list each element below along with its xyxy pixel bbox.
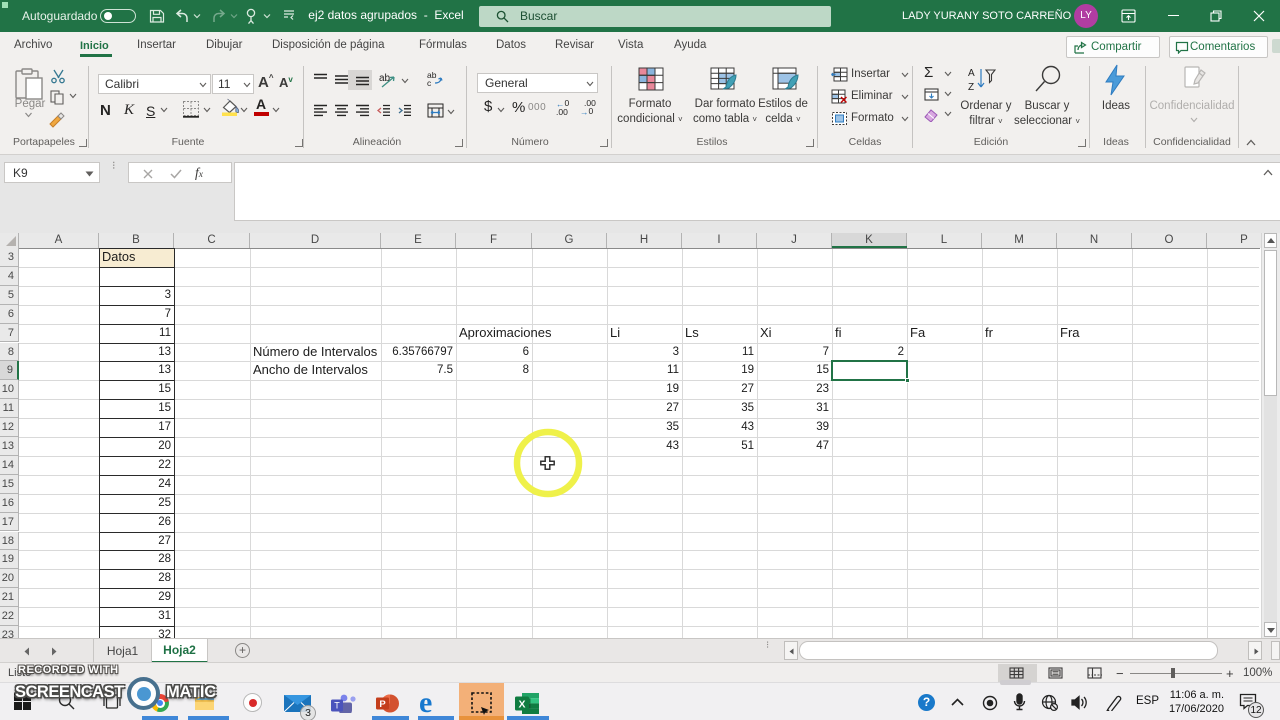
svg-text:P: P — [379, 699, 386, 710]
svg-text:Z: Z — [968, 82, 974, 92]
svg-text:T: T — [334, 701, 340, 711]
svg-text:ab: ab — [379, 73, 391, 84]
svg-text:X: X — [518, 699, 525, 711]
svg-text:A: A — [968, 68, 975, 79]
